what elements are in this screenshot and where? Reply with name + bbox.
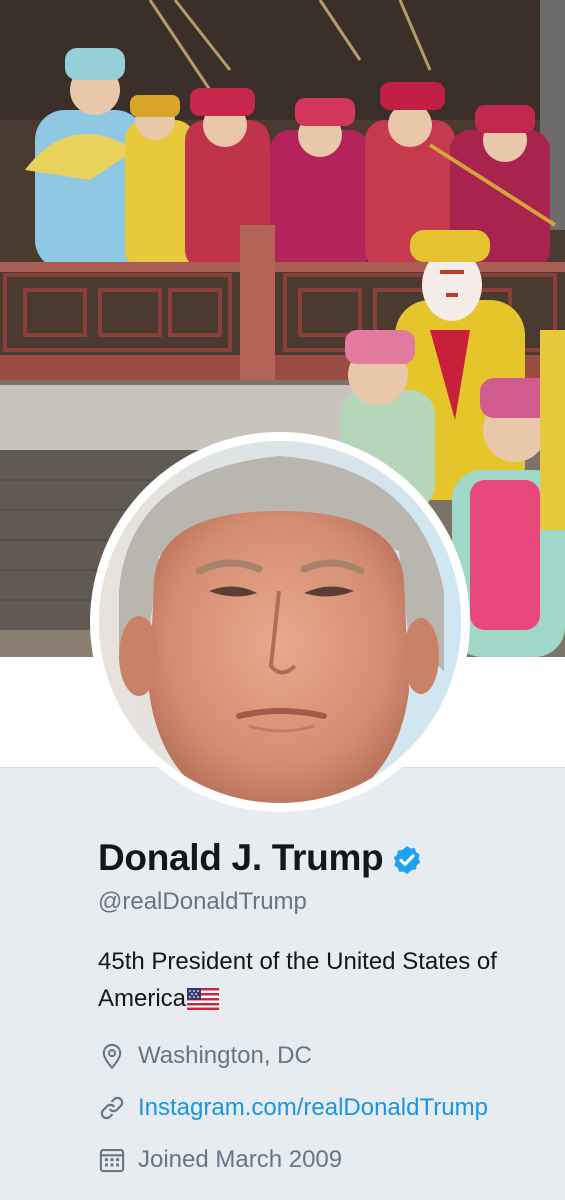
calendar-icon — [99, 1149, 125, 1173]
profile-joined: Joined March 2009 — [138, 1146, 343, 1173]
profile-bio: 45th President of the United States of A… — [98, 943, 543, 1017]
avatar-photo — [99, 441, 461, 803]
location-row: Washington, DC — [98, 1030, 548, 1082]
location-pin-icon — [102, 1043, 122, 1070]
profile-location: Washington, DC — [138, 1042, 312, 1069]
name-row: Donald J. Trump — [98, 830, 548, 886]
profile-handle[interactable]: @realDonaldTrump — [98, 888, 548, 916]
link-icon — [100, 1096, 124, 1120]
joined-row: Joined March 2009 — [98, 1134, 548, 1186]
url-row: Instagram.com/realDonaldTrump — [98, 1082, 548, 1134]
profile-avatar[interactable] — [90, 432, 470, 812]
us-flag-icon — [187, 988, 220, 1010]
verified-badge-icon — [394, 846, 421, 874]
profile-name[interactable]: Donald J. Trump — [98, 837, 384, 879]
bio-text: 45th President of the United States of A… — [98, 948, 497, 1012]
profile-info: Donald J. Trump @realDonaldTrump 45th Pr… — [98, 830, 548, 1186]
profile-url-link[interactable]: Instagram.com/realDonaldTrump — [138, 1094, 488, 1122]
